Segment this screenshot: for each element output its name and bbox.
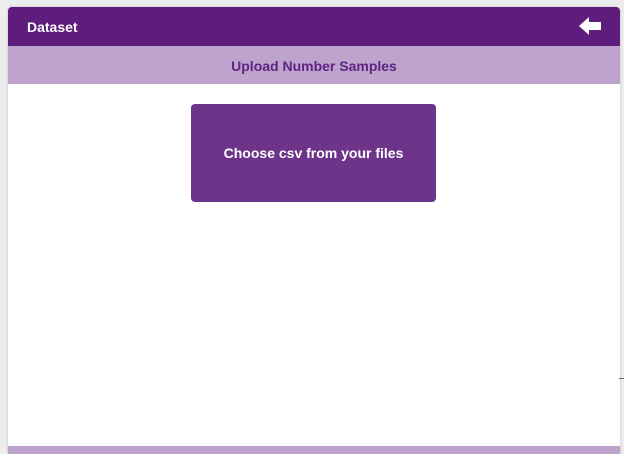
footer-strip	[8, 446, 620, 454]
dataset-panel: Dataset Upload Number Samples Choose csv…	[8, 7, 620, 454]
upload-section-title: Upload Number Samples	[231, 58, 397, 74]
choose-csv-button[interactable]: Choose csv from your files	[191, 104, 436, 202]
divider	[619, 378, 624, 379]
arrow-left-icon	[579, 17, 601, 35]
upload-section-header: Upload Number Samples	[8, 46, 620, 84]
back-button[interactable]	[579, 17, 601, 35]
upload-content: Choose csv from your files	[8, 84, 620, 446]
panel-header: Dataset	[8, 7, 620, 46]
choose-csv-button-label: Choose csv from your files	[223, 145, 404, 161]
panel-title: Dataset	[27, 19, 78, 35]
